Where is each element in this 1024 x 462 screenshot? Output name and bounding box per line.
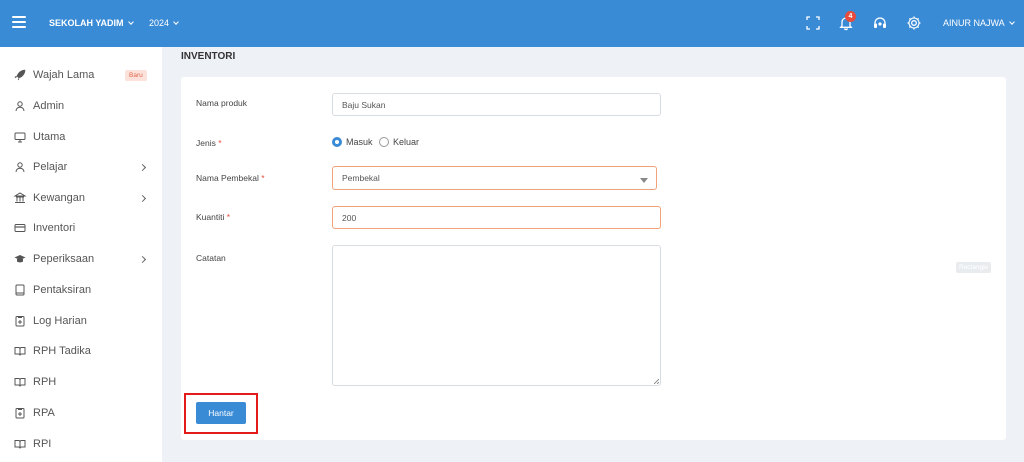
sidebar-item-rph[interactable]: RPH [0,368,162,396]
open-book-icon [14,378,26,387]
sidebar-item-label: Peperiksaan [33,253,95,265]
supplier-select-value: Pembekal [342,173,380,183]
quantity-label: Kuantiti * [196,212,230,222]
required-mark: * [261,173,265,183]
sidebar-item-utama[interactable]: Utama [0,123,162,151]
notification-badge: 4 [845,11,856,22]
monitor-icon [14,132,26,143]
type-in-label: Masuk [346,137,373,147]
new-badge: Baru [125,69,147,81]
user-menu[interactable]: AINUR NAJWA [943,18,1015,28]
sidebar-item-label: Pelajar [33,161,68,173]
open-book-icon [14,440,26,449]
sidebar-item-admin[interactable]: Admin [0,92,162,120]
menu-icon[interactable] [12,16,26,28]
sidebar-item-label: Kewangan [33,192,85,204]
chevron-right-icon [138,163,147,171]
caret-down-icon [640,178,648,183]
sidebar-item-log-harian[interactable]: Log Harian [0,307,162,335]
required-mark: * [226,212,231,222]
graduation-cap-icon [14,255,26,263]
clipboard-add-icon [15,408,25,419]
clipboard-add-icon [15,316,25,327]
card-icon [14,224,26,232]
sidebar: Wajah Lama Baru Admin Utama Pelajar Kewa… [0,47,162,462]
sidebar-item-rpi[interactable]: RPI [0,430,162,458]
required-mark: * [218,138,222,148]
sidebar-item-rph-tadika[interactable]: RPH Tadika [0,337,162,365]
fullscreen-icon[interactable] [805,15,821,31]
sidebar-item-label: RPA [33,407,55,419]
sidebar-item-pelajar[interactable]: Pelajar [0,153,162,181]
type-out-radio[interactable]: Keluar [379,137,419,147]
year-value: 2024 [149,18,170,28]
type-in-radio[interactable]: Masuk [332,137,373,147]
chevron-down-icon [127,18,134,25]
user-name: AINUR NAJWA [943,18,1005,28]
sidebar-item-kewangan[interactable]: Kewangan [0,184,162,212]
sidebar-item-pentaksiran[interactable]: Pentaksiran [0,276,162,304]
sidebar-item-rpa[interactable]: RPA [0,399,162,427]
floating-label: Rectangle [956,262,992,273]
sidebar-item-label: Inventori [33,222,76,234]
notes-textarea[interactable] [332,245,661,386]
rocket-icon [14,69,26,81]
user-icon [15,101,25,112]
page-title: INVENTORI [181,51,236,62]
supplier-label: Nama Pembekal * [196,173,265,183]
year-selector[interactable]: 2024 [149,18,179,28]
sidebar-item-label: Pentaksiran [33,284,92,296]
supplier-label-text: Nama Pembekal [196,173,259,183]
sidebar-item-label: Admin [33,100,65,112]
quantity-label-text: Kuantiti [196,212,225,222]
type-label-text: Jenis [196,138,216,148]
book-icon [15,284,25,296]
bank-icon [14,192,26,203]
chevron-down-icon [173,18,179,25]
notes-label: Catatan [196,253,226,263]
sidebar-item-label: Wajah Lama [33,69,95,81]
school-name: SEKOLAH YADIM [49,18,124,28]
chevron-right-icon [138,255,147,263]
sidebar-item-label: RPH [33,376,57,388]
chevron-down-icon [1008,18,1015,25]
quantity-input[interactable]: 200 [332,206,661,229]
radio-unchecked-icon [379,137,389,147]
school-selector[interactable]: SEKOLAH YADIM [49,18,134,28]
sidebar-item-peperiksaan[interactable]: Peperiksaan [0,245,162,273]
sidebar-item-wajah-lama[interactable]: Wajah Lama Baru [0,61,162,89]
sidebar-item-label: Utama [33,131,66,143]
sidebar-item-label: Log Harian [33,315,87,327]
chevron-right-icon [138,194,147,202]
user-icon [15,162,25,173]
resize-handle-icon[interactable] [653,378,659,384]
headset-icon[interactable] [872,15,888,31]
quantity-input-value: 200 [342,212,357,223]
sidebar-item-label: RPI [33,438,52,450]
product-name-label: Nama produk [196,98,248,108]
highlight-box [184,393,258,434]
gear-icon[interactable] [906,15,922,31]
radio-checked-icon [332,137,342,147]
product-name-input[interactable] [332,93,661,116]
supplier-select[interactable]: Pembekal [332,166,657,190]
type-out-label: Keluar [393,137,420,147]
open-book-icon [14,347,26,356]
type-label: Jenis * [196,138,222,148]
sidebar-item-label: RPH Tadika [33,345,91,357]
top-navbar: SEKOLAH YADIM 2024 4 AINUR NAJWA [0,0,1024,47]
sidebar-item-inventori[interactable]: Inventori [0,214,162,242]
